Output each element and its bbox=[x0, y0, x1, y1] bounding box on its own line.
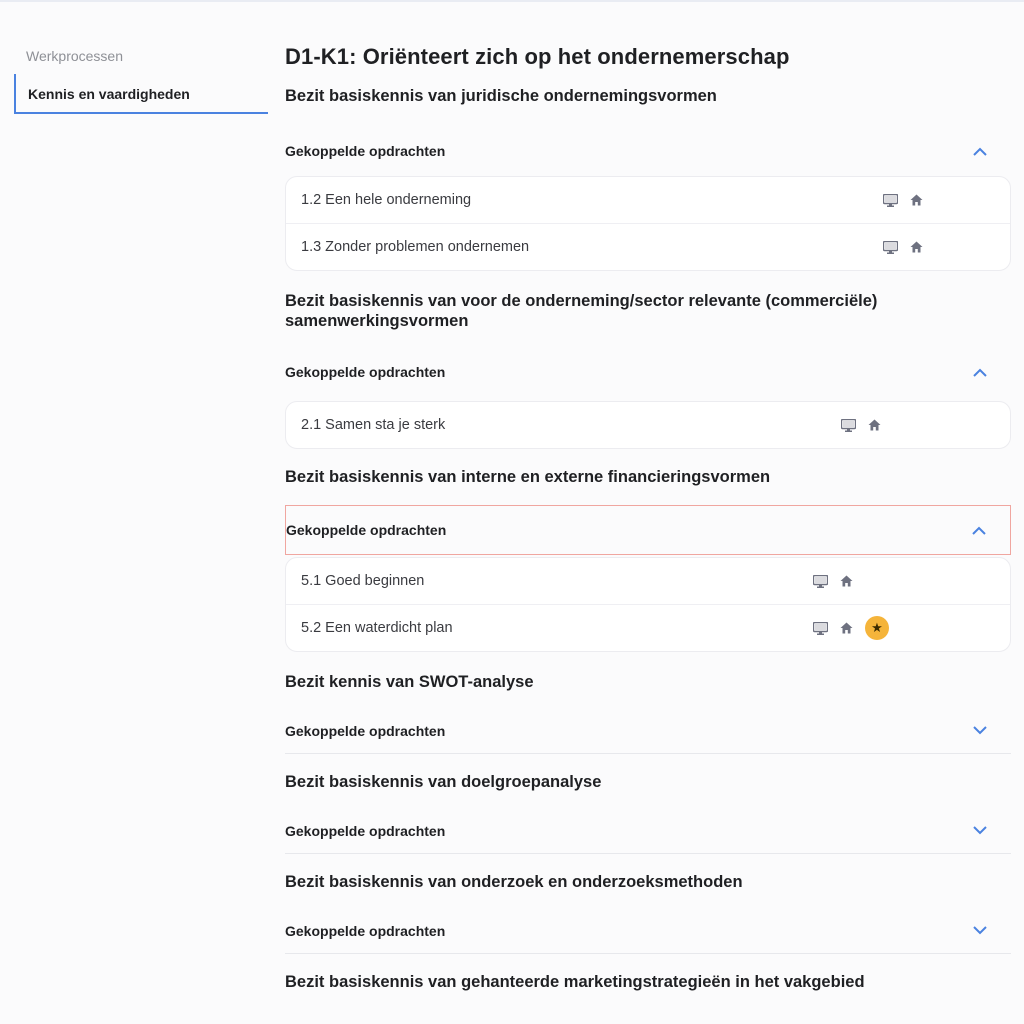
knowledge-section: Bezit basiskennis van interne en externe… bbox=[285, 467, 1011, 652]
knowledge-section: Bezit basiskennis van onderzoek en onder… bbox=[285, 872, 1011, 954]
linked-assignments-label: Gekoppelde opdrachten bbox=[285, 822, 446, 839]
top-border bbox=[0, 0, 1024, 2]
computer-icon bbox=[883, 193, 898, 207]
linked-assignments-label: Gekoppelde opdrachten bbox=[285, 364, 446, 380]
task-row[interactable]: 2.1 Samen sta je sterk bbox=[286, 402, 1010, 448]
task-label: 2.1 Samen sta je sterk bbox=[301, 417, 446, 433]
section-title: Bezit basiskennis van doelgroepanalyse bbox=[285, 773, 602, 791]
page-title: D1-K1: Oriënteert zich op het ondernemer… bbox=[285, 44, 790, 69]
linked-assignments-label: Gekoppelde opdrachten bbox=[285, 922, 446, 939]
computer-icon bbox=[813, 574, 828, 588]
chevron-down-icon[interactable] bbox=[973, 826, 993, 835]
sidebar-item-werkprocessen[interactable]: Werkprocessen bbox=[14, 38, 268, 74]
chevron-up-icon[interactable] bbox=[973, 147, 993, 156]
knowledge-section: Bezit basiskennis van doelgroepanalyse G… bbox=[285, 772, 1011, 854]
chevron-down-icon[interactable] bbox=[973, 726, 993, 735]
section-title: Bezit basiskennis van juridische onderne… bbox=[285, 87, 717, 105]
task-row[interactable]: 1.3 Zonder problemen ondernemen bbox=[286, 223, 1010, 270]
linked-assignments-toggle[interactable]: Gekoppelde opdrachten bbox=[285, 128, 1011, 174]
task-list: 5.1 Goed beginnen 5.2 Een waterdicht pla… bbox=[285, 557, 1011, 652]
linked-assignments-label: Gekoppelde opdrachten bbox=[285, 722, 446, 739]
star-icon: ★ bbox=[865, 616, 889, 640]
section-title: Bezit basiskennis van voor de ondernemin… bbox=[285, 292, 878, 330]
knowledge-section: Bezit basiskennis van gehanteerde market… bbox=[285, 972, 1011, 992]
linked-assignments-toggle[interactable]: Gekoppelde opdrachten bbox=[285, 808, 1011, 854]
linked-assignments-toggle[interactable]: Gekoppelde opdrachten bbox=[285, 349, 1011, 395]
sidebar: Werkprocessen Kennis en vaardigheden bbox=[14, 38, 268, 114]
section-title: Bezit basiskennis van gehanteerde market… bbox=[285, 973, 865, 991]
home-icon bbox=[910, 241, 923, 253]
section-title: Bezit basiskennis van interne en externe… bbox=[285, 468, 771, 486]
section-title: Bezit basiskennis van onderzoek en onder… bbox=[285, 873, 743, 891]
chevron-up-icon[interactable] bbox=[972, 526, 992, 535]
chevron-up-icon[interactable] bbox=[973, 368, 993, 377]
task-label: 1.2 Een hele onderneming bbox=[301, 192, 472, 208]
home-icon bbox=[840, 622, 853, 634]
knowledge-section: Bezit basiskennis van voor de ondernemin… bbox=[285, 291, 1011, 449]
linked-assignments-label: Gekoppelde opdrachten bbox=[286, 522, 447, 538]
computer-icon bbox=[883, 240, 898, 254]
sidebar-item-kennis-en-vaardigheden[interactable]: Kennis en vaardigheden bbox=[14, 74, 268, 114]
linked-assignments-toggle[interactable]: Gekoppelde opdrachten bbox=[285, 708, 1011, 754]
computer-icon bbox=[813, 621, 828, 635]
computer-icon bbox=[841, 418, 856, 432]
task-list: 1.2 Een hele onderneming 1.3 Zonder prob… bbox=[285, 176, 1011, 271]
task-row[interactable]: 1.2 Een hele onderneming bbox=[286, 177, 1010, 223]
home-icon bbox=[840, 575, 853, 587]
knowledge-section: Bezit kennis van SWOT-analyse Gekoppelde… bbox=[285, 672, 1011, 754]
linked-assignments-label: Gekoppelde opdrachten bbox=[285, 143, 446, 159]
chevron-down-icon[interactable] bbox=[973, 926, 993, 935]
linked-assignments-toggle[interactable]: Gekoppelde opdrachten bbox=[285, 505, 1011, 555]
task-row[interactable]: 5.2 Een waterdicht plan ★ bbox=[286, 604, 1010, 651]
task-row[interactable]: 5.1 Goed beginnen bbox=[286, 558, 1010, 604]
task-label: 5.2 Een waterdicht plan bbox=[301, 620, 453, 636]
home-icon bbox=[910, 194, 923, 206]
linked-assignments-toggle[interactable]: Gekoppelde opdrachten bbox=[285, 908, 1011, 954]
home-icon bbox=[868, 419, 881, 431]
main-content: D1-K1: Oriënteert zich op het ondernemer… bbox=[285, 44, 1011, 992]
task-label: 1.3 Zonder problemen ondernemen bbox=[301, 239, 530, 255]
knowledge-section: Bezit basiskennis van juridische onderne… bbox=[285, 86, 1011, 271]
task-label: 5.1 Goed beginnen bbox=[301, 573, 425, 589]
task-list: 2.1 Samen sta je sterk bbox=[285, 401, 1011, 449]
section-title: Bezit kennis van SWOT-analyse bbox=[285, 673, 534, 691]
